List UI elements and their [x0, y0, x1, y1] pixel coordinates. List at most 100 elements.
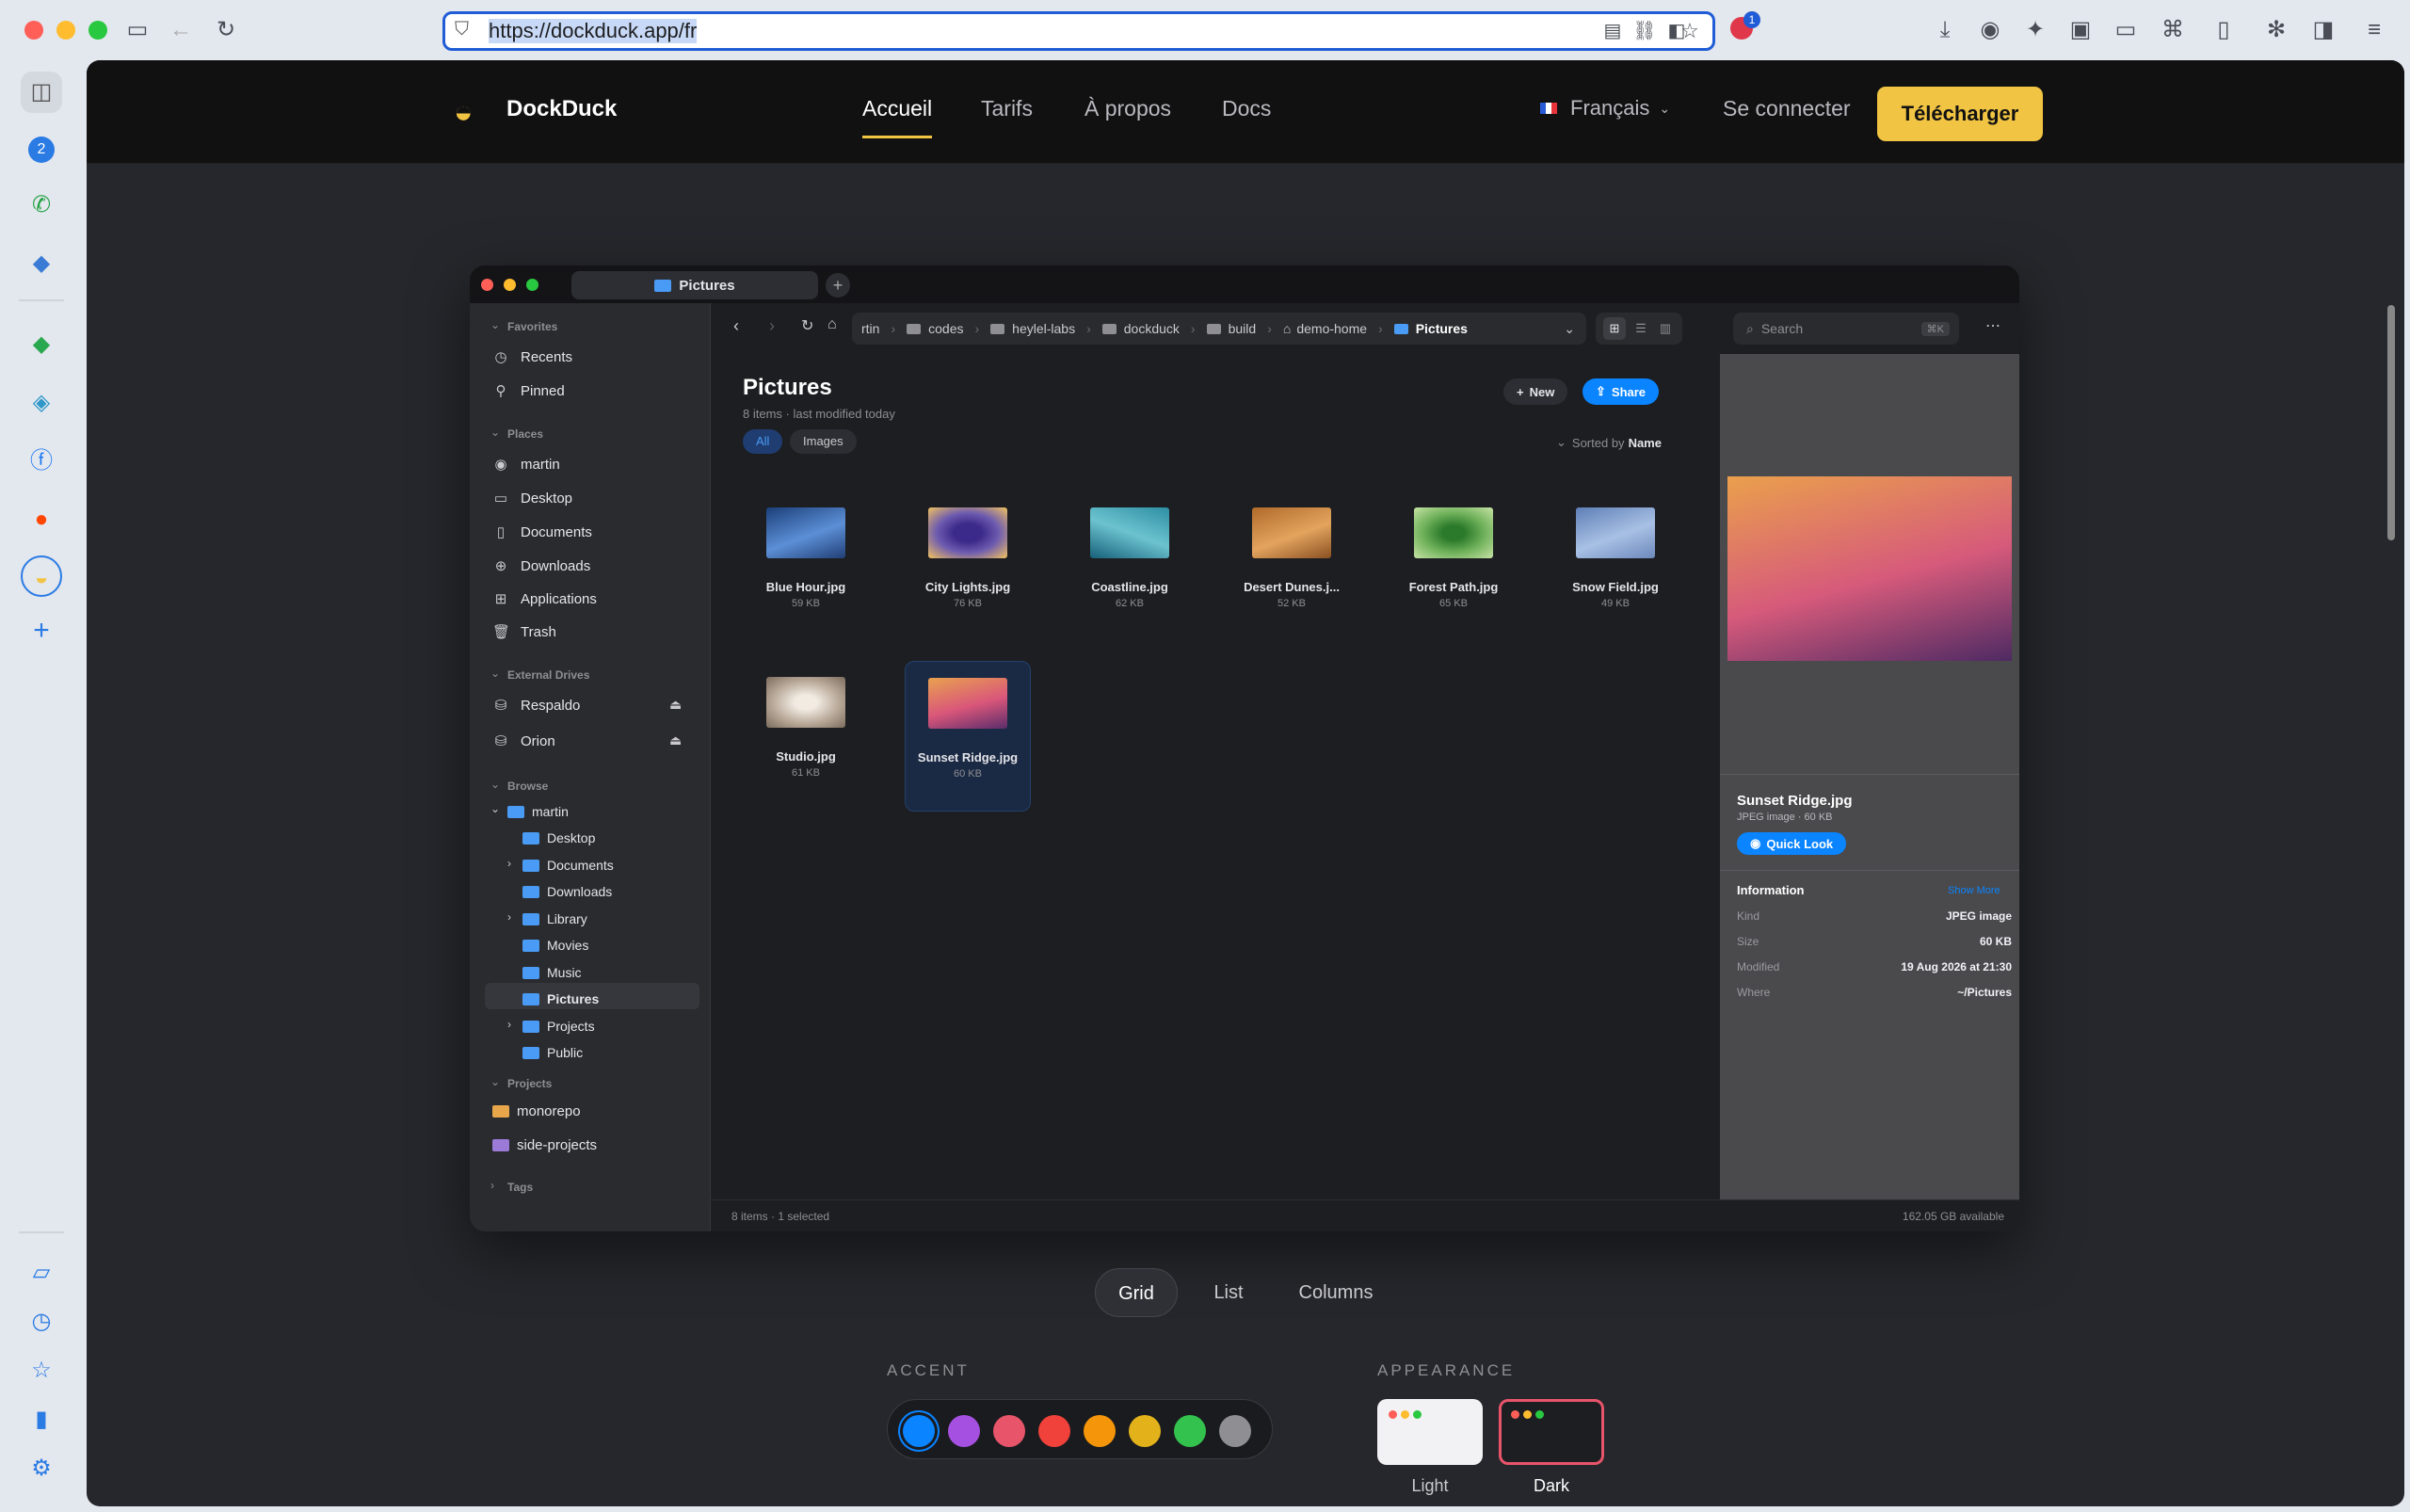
search-input[interactable]: ⌕ Search ⌘K [1733, 313, 1959, 345]
bookmark-star-icon[interactable]: ☆ [1673, 14, 1707, 48]
demo-zoom-button[interactable] [526, 279, 538, 291]
nav-accueil[interactable]: Accueil [862, 96, 932, 121]
breadcrumb-item[interactable]: heylel-labs [990, 321, 1075, 336]
tree-item-documents[interactable]: Documents [522, 858, 614, 873]
language-select[interactable]: Français ⌄ [1540, 96, 1670, 121]
chevron-down-icon[interactable]: ⌄ [490, 778, 500, 791]
translate-icon[interactable]: ◨ [2306, 13, 2340, 47]
file-tile[interactable]: Blue Hour.jpg 59 KB [743, 491, 869, 642]
devices-icon[interactable]: ▱ [21, 1252, 62, 1294]
refresh-icon[interactable]: ↻ [801, 316, 813, 335]
sidebar-item-pinned[interactable]: ⚲ Pinned [492, 382, 565, 400]
sidebar-item-applications[interactable]: ⊞ Applications [492, 590, 597, 608]
archive-icon[interactable]: ▣ [2064, 13, 2097, 47]
tree-item-pictures[interactable]: Pictures [522, 991, 599, 1006]
chevron-down-icon[interactable]: ⌄ [490, 802, 500, 815]
sidebar-item-desktop[interactable]: ▭ Desktop [492, 490, 572, 507]
accent-swatch-yellow[interactable] [1129, 1415, 1161, 1447]
file-tile[interactable]: Desert Dunes.j... 52 KB [1229, 491, 1355, 642]
keyboard-icon[interactable]: ⌘ [2156, 13, 2190, 47]
accent-swatch-red[interactable] [1038, 1415, 1070, 1447]
reading-list-icon[interactable]: ▮ [21, 1399, 62, 1440]
new-tab-icon[interactable]: + [826, 273, 850, 298]
breadcrumb-item[interactable]: codes [907, 321, 963, 336]
sidebar-toggle-icon[interactable]: ▭ [120, 13, 154, 47]
accent-swatch-green[interactable] [1174, 1415, 1206, 1447]
download-button[interactable]: Télécharger [1877, 87, 2043, 141]
back-icon[interactable]: ‹ [733, 316, 739, 336]
whatsapp-icon[interactable]: ✆ [21, 185, 62, 226]
tab-overview-icon[interactable]: ▭ [2109, 13, 2143, 47]
grid-view-icon[interactable]: ⊞ [1603, 317, 1626, 340]
accent-swatch-blue[interactable] [903, 1415, 935, 1447]
forward-icon[interactable]: › [769, 316, 775, 336]
filter-images-chip[interactable]: Images [790, 429, 857, 454]
back-icon[interactable]: ← [164, 13, 198, 47]
chevron-down-icon[interactable]: ⌄ [490, 426, 500, 439]
chevron-down-icon[interactable]: ⌄ [490, 1075, 500, 1088]
accent-swatch-orange[interactable] [1084, 1415, 1116, 1447]
breadcrumb-item[interactable]: ⌂ demo-home [1283, 321, 1367, 336]
demo-tab-pictures[interactable]: Pictures [571, 271, 818, 299]
breadcrumb-item-current[interactable]: Pictures [1393, 321, 1468, 336]
file-tile[interactable]: Snow Field.jpg 49 KB [1552, 491, 1679, 642]
quick-look-button[interactable]: ◉ Quick Look [1737, 832, 1847, 855]
login-link[interactable]: Se connecter [1723, 96, 1851, 121]
list-view-icon[interactable]: ☰ [1630, 317, 1652, 340]
reload-icon[interactable]: ↻ [209, 13, 243, 47]
sidebar-item-respaldo[interactable]: ⛁ Respaldo [492, 697, 581, 715]
sidebar-item-orion[interactable]: ⛁ Orion [492, 732, 555, 750]
zoom-window-button[interactable] [88, 21, 107, 40]
feedback-icon[interactable]: ◆ [21, 243, 62, 284]
tree-item-desktop[interactable]: Desktop [522, 830, 595, 845]
sort-control[interactable]: ⌄ Sorted by Name [1556, 435, 1662, 450]
chevron-down-icon[interactable]: ⌄ [490, 318, 500, 331]
profile-icon[interactable]: ◉ [1973, 13, 2007, 47]
sidebar-item-documents[interactable]: ▯ Documents [492, 523, 592, 541]
chevron-down-icon[interactable]: ⌄ [490, 667, 500, 680]
brand-name[interactable]: DockDuck [506, 96, 617, 122]
file-tile[interactable]: Forest Path.jpg 65 KB [1390, 491, 1517, 642]
accent-swatch-graphite[interactable] [1219, 1415, 1251, 1447]
nav-a-propos[interactable]: À propos [1084, 96, 1171, 121]
sidebar-item-recents[interactable]: ◷ Recents [492, 348, 572, 366]
chevron-right-icon[interactable]: › [507, 1018, 511, 1031]
downloads-icon[interactable]: ⤓ [1928, 13, 1962, 47]
appearance-light-option[interactable] [1377, 1399, 1483, 1465]
more-icon[interactable]: ⋯ [1985, 316, 2000, 335]
accent-swatch-pink[interactable] [993, 1415, 1025, 1447]
minimize-window-button[interactable] [56, 21, 75, 40]
app-icon[interactable]: ◈ [21, 382, 62, 424]
demo-minimize-button[interactable] [504, 279, 516, 291]
accent-swatch-purple[interactable] [948, 1415, 980, 1447]
tree-item-music[interactable]: Music [522, 965, 582, 980]
menu-icon[interactable]: ≡ [2357, 13, 2391, 47]
reader-icon[interactable]: ▤ [1596, 14, 1630, 48]
chevron-right-icon[interactable]: › [490, 1179, 494, 1192]
add-panel-icon[interactable]: + [21, 610, 62, 651]
new-button[interactable]: + New [1503, 378, 1568, 405]
sidebar-item-martin[interactable]: ◉ martin [492, 456, 559, 474]
messenger-icon[interactable]: 2 [21, 126, 62, 168]
sidebar-item-monorepo[interactable]: monorepo [492, 1103, 581, 1119]
breadcrumb-item[interactable]: build [1206, 321, 1256, 336]
mouse-icon[interactable]: ▯ [2207, 13, 2241, 47]
file-tile[interactable]: Studio.jpg 61 KB [743, 661, 869, 812]
page-scrollbar[interactable] [2387, 305, 2395, 540]
chevron-right-icon[interactable]: › [507, 857, 511, 870]
settings-icon[interactable]: ⚙ [21, 1448, 62, 1489]
appearance-dark-option[interactable] [1499, 1399, 1604, 1465]
share-button[interactable]: ⇪ Share [1583, 378, 1660, 405]
nav-docs[interactable]: Docs [1222, 96, 1271, 121]
evernote-icon[interactable]: ◆ [21, 324, 62, 365]
show-more-link[interactable]: Show More [1948, 885, 2000, 896]
eject-icon[interactable]: ⏏ [669, 697, 682, 713]
history-clock-icon[interactable]: ◷ [21, 1301, 62, 1343]
eject-icon[interactable]: ⏏ [669, 732, 682, 748]
demo-close-button[interactable] [481, 279, 493, 291]
file-tile[interactable]: City Lights.jpg 76 KB [905, 491, 1031, 642]
view-columns-button[interactable]: Columns [1275, 1268, 1397, 1317]
chevron-down-icon[interactable]: ⌄ [1564, 321, 1575, 337]
tree-item-movies[interactable]: Movies [522, 938, 588, 953]
reddit-icon[interactable]: ● [21, 499, 62, 540]
